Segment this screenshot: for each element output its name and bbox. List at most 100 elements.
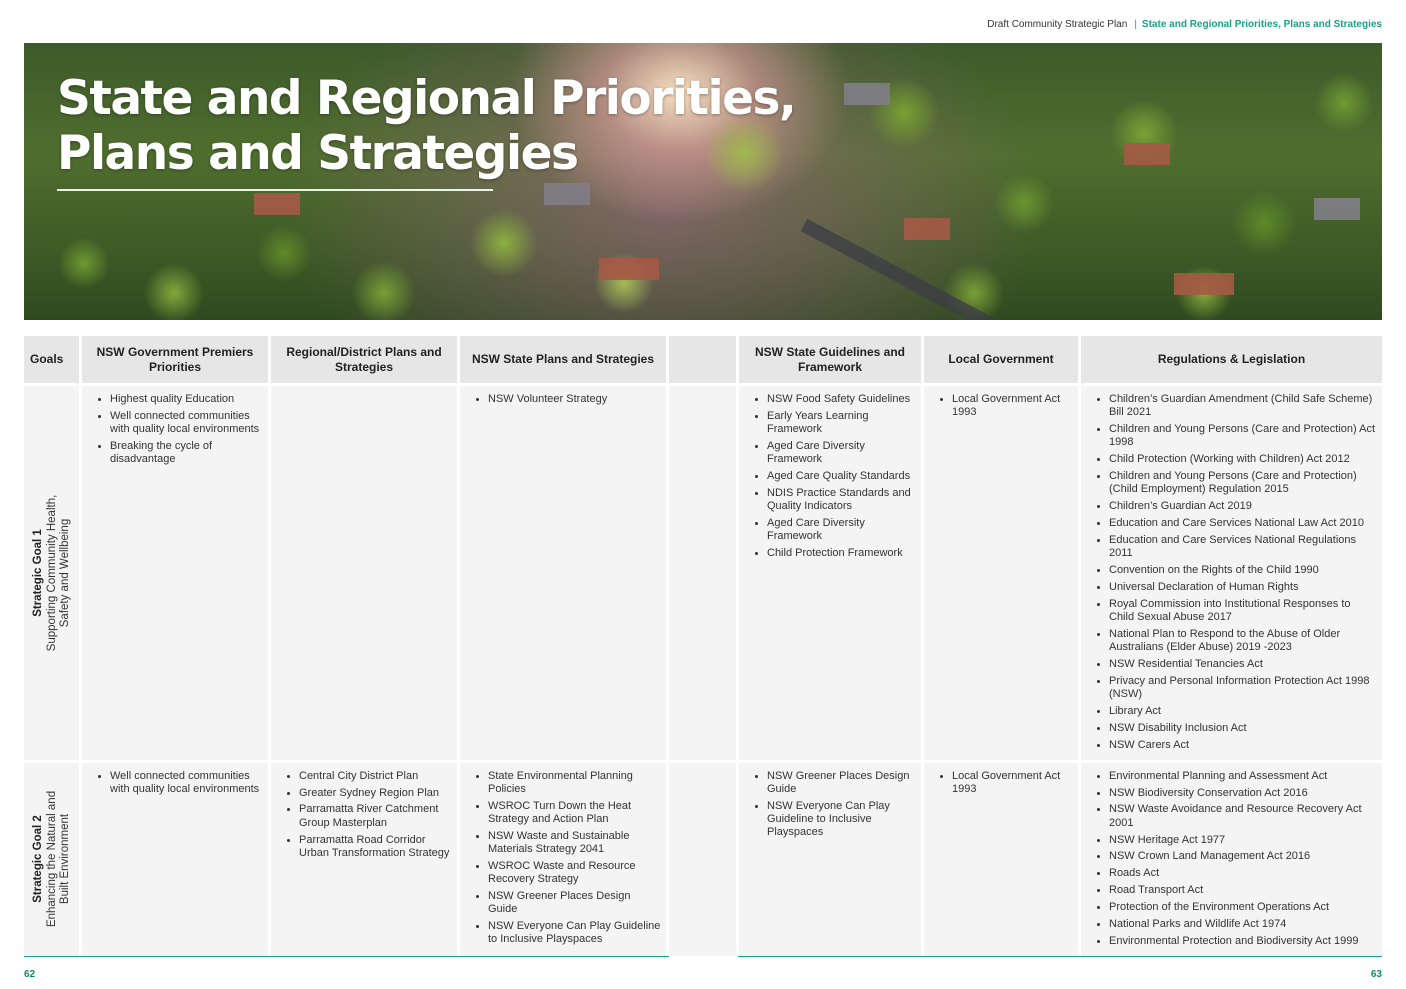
header-premiers-priorities: NSW Government Premiers Priorities <box>82 336 268 383</box>
cell-state-plans: NSW Volunteer Strategy <box>460 386 666 760</box>
list-item: Parramatta Road Corridor Urban Transform… <box>299 834 453 860</box>
list-item: Well connected communities with quality … <box>110 770 264 796</box>
goal-label: Strategic Goal 1 Supporting Community Hea… <box>31 495 72 652</box>
list-item: Breaking the cycle of disadvantage <box>110 440 264 466</box>
list-item: WSROC Turn Down the Heat Strategy and Ac… <box>488 800 662 826</box>
bullet-list: State Environmental Planning Policies WSR… <box>464 770 662 947</box>
list-item: Royal Commission into Institutional Resp… <box>1109 598 1378 624</box>
list-item: Library Act <box>1109 705 1378 718</box>
list-item: NSW Carers Act <box>1109 739 1378 752</box>
hero-photo-roof <box>844 83 890 105</box>
cell-regulations: Environmental Planning and Assessment Ac… <box>1081 762 1382 956</box>
running-head-document: Draft Community Strategic Plan <box>987 19 1128 30</box>
list-item: Aged Care Diversity Framework <box>767 440 917 466</box>
goal-cell: Strategic Goal 2 Enhancing the Natural an… <box>24 762 79 956</box>
list-item: Local Government Act 1993 <box>952 393 1074 419</box>
list-item: NSW Crown Land Management Act 2016 <box>1109 850 1378 863</box>
page-title-line-2: Plans and Strategies <box>57 126 579 181</box>
goal-label: Strategic Goal 2 Enhancing the Natural an… <box>31 791 72 927</box>
list-item: Children’s Guardian Amendment (Child Saf… <box>1109 393 1378 419</box>
cell-blank <box>669 386 736 760</box>
bullet-list: Well connected communities with quality … <box>86 770 264 796</box>
goal-description-line: Safety and Wellbeing <box>58 518 71 628</box>
list-item: NSW Food Safety Guidelines <box>767 393 917 406</box>
page-number-right: 63 <box>1370 969 1382 980</box>
list-item: Protection of the Environment Operations… <box>1109 901 1378 914</box>
bullet-list: Environmental Planning and Assessment Ac… <box>1085 770 1378 948</box>
list-item: NSW Heritage Act 1977 <box>1109 834 1378 847</box>
header-regulations: Regulations & Legislation <box>1081 336 1382 383</box>
footer-rule-right <box>738 956 1382 957</box>
list-item: Central City District Plan <box>299 770 453 783</box>
goal-description-line: Supporting Community Health, <box>44 494 57 652</box>
list-item: Highest quality Education <box>110 393 264 406</box>
hero-photo-roof <box>904 218 950 240</box>
page-number-left: 62 <box>24 969 36 980</box>
list-item: Early Years Learning Framework <box>767 410 917 436</box>
list-item: Well connected communities with quality … <box>110 410 264 436</box>
hero-photo-roof <box>544 183 590 205</box>
priorities-table-container: Goals NSW Government Premiers Priorities… <box>24 333 1382 959</box>
list-item: Aged Care Quality Standards <box>767 470 917 483</box>
list-item: Road Transport Act <box>1109 884 1378 897</box>
goal-description-line: Enhancing the Natural and <box>44 791 57 928</box>
header-goals: Goals <box>24 336 79 383</box>
list-item: NSW Waste and Sustainable Materials Stra… <box>488 830 662 856</box>
page-title-line-1: State and Regional Priorities, <box>57 71 797 126</box>
cell-blank <box>669 762 736 956</box>
bullet-list: Central City District Plan Greater Sydney… <box>275 770 453 860</box>
list-item: Education and Care Services National Reg… <box>1109 534 1378 560</box>
list-item: NSW Volunteer Strategy <box>488 393 662 406</box>
list-item: NSW Greener Places Design Guide <box>767 770 917 796</box>
list-item: NSW Greener Places Design Guide <box>488 890 662 916</box>
header-local-government: Local Government <box>924 336 1078 383</box>
cell-regional: Central City District Plan Greater Sydney… <box>271 762 457 956</box>
title-underline <box>57 189 493 191</box>
header-blank <box>669 336 736 383</box>
list-item: NDIS Practice Standards and Quality Indi… <box>767 487 917 513</box>
list-item: Children and Young Persons (Care and Pro… <box>1109 423 1378 449</box>
bullet-list: Local Government Act 1993 <box>928 770 1074 796</box>
list-item: National Plan to Respond to the Abuse of… <box>1109 628 1378 654</box>
list-item: State Environmental Planning Policies <box>488 770 662 796</box>
cell-state-plans: State Environmental Planning Policies WSR… <box>460 762 666 956</box>
bullet-list: Children’s Guardian Amendment (Child Saf… <box>1085 393 1378 752</box>
list-item: Environmental Planning and Assessment Ac… <box>1109 770 1378 783</box>
cell-local: Local Government Act 1993 <box>924 762 1078 956</box>
hero-photo-roof <box>1314 198 1360 220</box>
list-item: NSW Biodiversity Conservation Act 2016 <box>1109 787 1378 800</box>
list-item: Children’s Guardian Act 2019 <box>1109 500 1378 513</box>
header-guidelines: NSW State Guidelines and Framework <box>739 336 921 383</box>
list-item: Convention on the Rights of the Child 19… <box>1109 564 1378 577</box>
list-item: Aged Care Diversity Framework <box>767 517 917 543</box>
list-item: NSW Everyone Can Play Guideline to Inclu… <box>767 800 917 840</box>
cell-premiers: Highest quality Education Well connected … <box>82 386 268 760</box>
running-head-section: State and Regional Priorities, Plans and… <box>1141 19 1382 30</box>
bullet-list: Local Government Act 1993 <box>928 393 1074 419</box>
bullet-list: Highest quality Education Well connected … <box>86 393 264 466</box>
list-item: Child Protection Framework <box>767 547 917 560</box>
hero-photo-roof <box>599 258 659 280</box>
goal-description-line: Built Environment <box>58 814 71 905</box>
list-item: Child Protection (Working with Children)… <box>1109 453 1378 466</box>
table-header-row: Goals NSW Government Premiers Priorities… <box>24 336 1382 383</box>
list-item: Education and Care Services National Law… <box>1109 517 1378 530</box>
goal-cell: Strategic Goal 1 Supporting Community Hea… <box>24 386 79 760</box>
list-item: Environmental Protection and Biodiversit… <box>1109 935 1378 948</box>
list-item: WSROC Waste and Resource Recovery Strate… <box>488 860 662 886</box>
list-item: NSW Everyone Can Play Guideline to Inclu… <box>488 920 662 946</box>
priorities-table: Goals NSW Government Premiers Priorities… <box>21 333 1385 959</box>
list-item: Privacy and Personal Information Protect… <box>1109 675 1378 701</box>
table-row: Strategic Goal 2 Enhancing the Natural an… <box>24 762 1382 956</box>
cell-local: Local Government Act 1993 <box>924 386 1078 760</box>
goal-title: Strategic Goal 1 <box>31 529 44 617</box>
bullet-list: NSW Volunteer Strategy <box>464 393 662 406</box>
bullet-list: NSW Greener Places Design Guide NSW Every… <box>743 770 917 840</box>
list-item: Local Government Act 1993 <box>952 770 1074 796</box>
footer-rule-left <box>24 956 669 957</box>
hero-photo-roof <box>254 193 300 215</box>
list-item: NSW Disability Inclusion Act <box>1109 722 1378 735</box>
list-item: Roads Act <box>1109 867 1378 880</box>
hero-photo-roof <box>1174 273 1234 295</box>
cell-regulations: Children’s Guardian Amendment (Child Saf… <box>1081 386 1382 760</box>
